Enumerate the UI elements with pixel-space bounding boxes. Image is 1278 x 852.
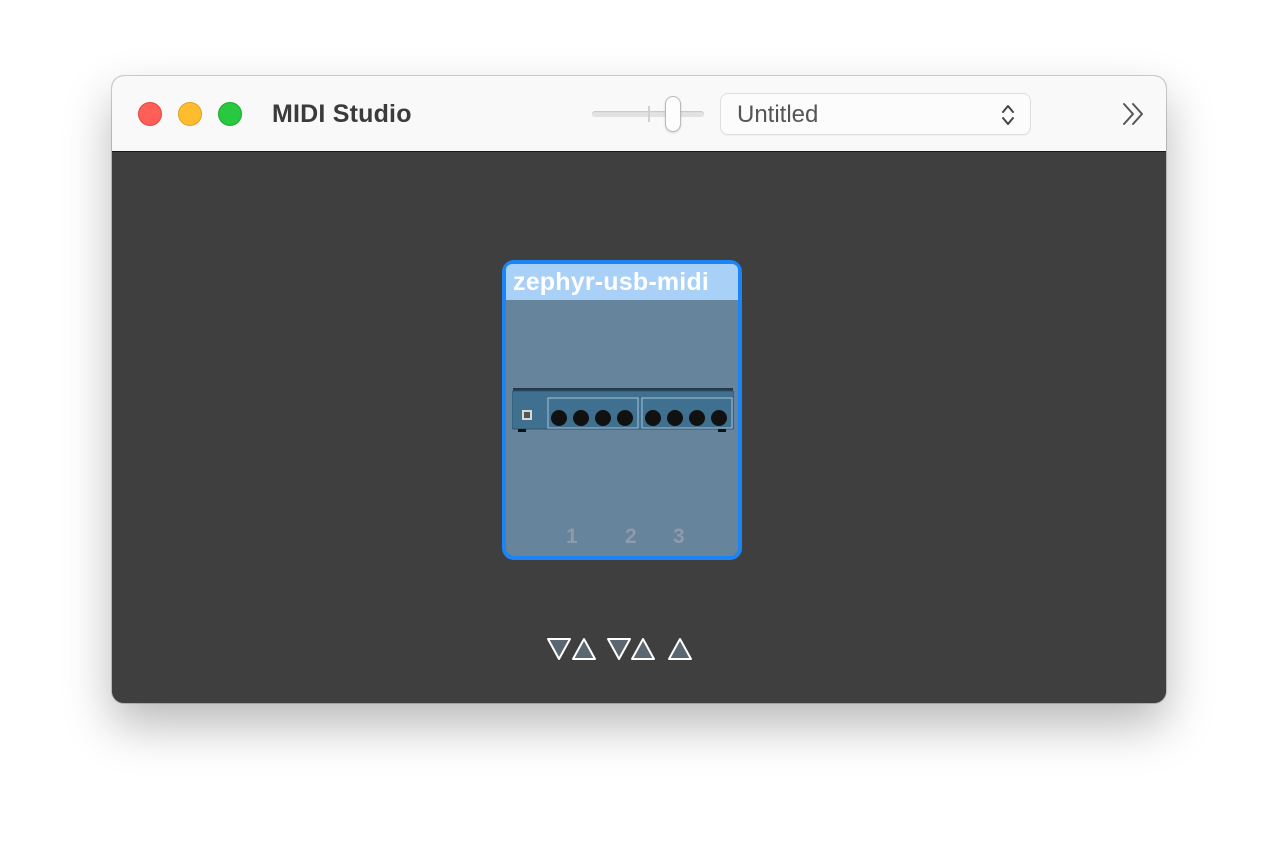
toolbar: MIDI Studio Untitled (112, 76, 1166, 152)
minimize-button[interactable] (178, 102, 202, 126)
window-title: MIDI Studio (272, 100, 412, 128)
slider-thumb[interactable] (665, 96, 681, 132)
zoom-button[interactable] (218, 102, 242, 126)
midi-configuration-canvas[interactable]: zephyr-usb-midi 1 2 3 (112, 152, 1166, 703)
configuration-value: Untitled (737, 101, 819, 128)
port-number-3: 3 (673, 525, 685, 548)
chevron-up-down-icon (1000, 102, 1016, 128)
slider-tick (648, 106, 650, 122)
port-2-input-arrow-icon[interactable] (606, 637, 632, 661)
port-1-output-arrow-icon[interactable] (571, 637, 597, 661)
port-1-input-arrow-icon[interactable] (546, 637, 572, 661)
midi-studio-window: MIDI Studio Untitled zephyr-usb-midi 1 2… (112, 76, 1166, 703)
icon-size-slider[interactable] (592, 96, 704, 132)
configuration-popup[interactable]: Untitled (720, 93, 1031, 135)
device-header: zephyr-usb-midi (506, 264, 738, 300)
midi-interface-icon (511, 386, 735, 436)
midi-device[interactable]: zephyr-usb-midi 1 2 3 (502, 260, 742, 560)
close-button[interactable] (138, 102, 162, 126)
device-name: zephyr-usb-midi (513, 268, 710, 296)
port-number-1: 1 (566, 525, 578, 548)
double-chevron-right-icon[interactable] (1118, 98, 1150, 130)
port-3-output-arrow-icon[interactable] (667, 637, 693, 661)
port-number-2: 2 (625, 525, 637, 548)
port-2-output-arrow-icon[interactable] (630, 637, 656, 661)
